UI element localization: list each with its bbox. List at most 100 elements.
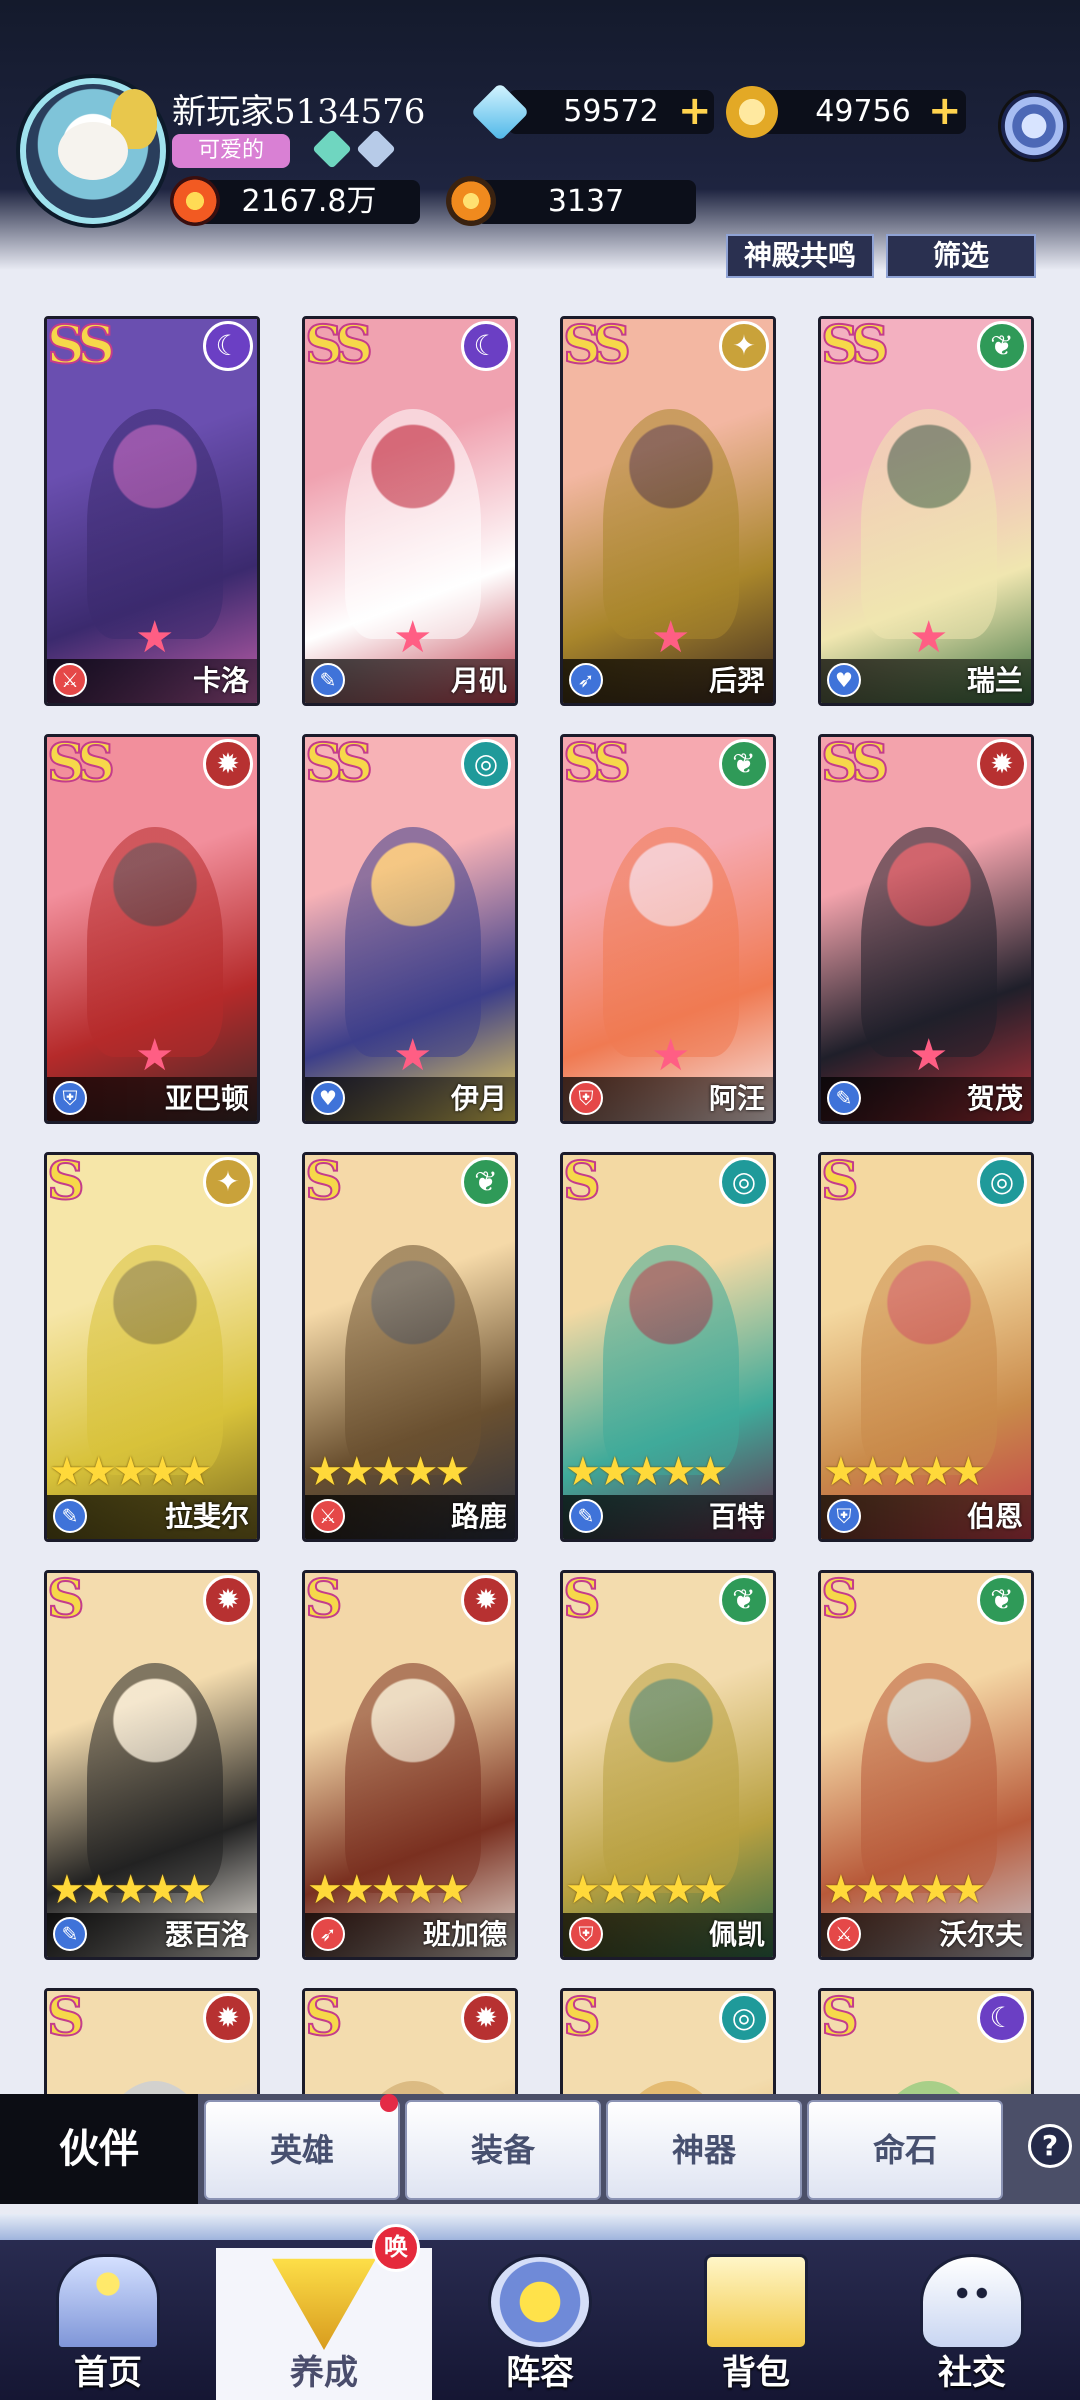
hero-name: 伊月 bbox=[450, 1082, 507, 1115]
hero-figure bbox=[345, 827, 481, 1057]
hero-figure bbox=[87, 827, 223, 1057]
hero-card[interactable]: S ❦ ★★★★★ ⛨ 佩凯 bbox=[560, 1570, 776, 1960]
filter-button[interactable]: 筛选 bbox=[886, 234, 1036, 278]
honor-star-icon bbox=[446, 176, 496, 226]
forest-element-icon: ❦ bbox=[977, 1575, 1027, 1625]
player-name: 新玩家5134576 bbox=[172, 92, 426, 132]
tab-heroes-notification-dot bbox=[380, 2094, 398, 2112]
hero-rank-label: S bbox=[563, 1570, 601, 1631]
hero-name: 月矶 bbox=[450, 664, 507, 697]
hero-figure bbox=[345, 409, 481, 639]
hero-figure bbox=[603, 1663, 739, 1893]
nav-home[interactable]: 首页 bbox=[0, 2248, 216, 2400]
hero-card[interactable]: SS ✦ ★ ➶ 后羿 bbox=[560, 316, 776, 706]
hero-rank-label: S bbox=[305, 1988, 343, 2049]
tab-equipment[interactable]: 装备 bbox=[405, 2100, 601, 2200]
warrior-class-icon: ⚔ bbox=[827, 1917, 861, 1951]
hero-rank-label: SS bbox=[821, 316, 890, 377]
develop-triangle-icon bbox=[272, 2258, 376, 2350]
hero-figure bbox=[345, 1245, 481, 1475]
hero-card[interactable]: S ❦ ★★★★★ ⚔ 路鹿 bbox=[302, 1152, 518, 1542]
hero-rank-label: S bbox=[47, 1152, 85, 1213]
support-class-icon: ♥ bbox=[827, 663, 861, 697]
hero-rank-label: SS bbox=[821, 734, 890, 795]
hero-card[interactable]: S ◎ bbox=[560, 1988, 776, 2094]
hero-card[interactable]: S ✹ bbox=[302, 1988, 518, 2094]
hero-card[interactable]: S ☾ bbox=[818, 1988, 1034, 2094]
nav-bag-label: 背包 bbox=[722, 2353, 790, 2393]
hero-name: 班加德 bbox=[422, 1918, 507, 1951]
hero-card[interactable]: S ✦ ★★★★★ ✎ 拉斐尔 bbox=[44, 1152, 260, 1542]
mage-class-icon: ✎ bbox=[569, 1499, 603, 1533]
settings-gear-icon[interactable] bbox=[998, 90, 1070, 162]
hero-card[interactable]: SS ✹ ★ ✎ 贺茂 bbox=[818, 734, 1034, 1124]
badge-gem-icon bbox=[356, 129, 396, 169]
hero-card[interactable]: S ✹ ★★★★★ ✎ 瑟百洛 bbox=[44, 1570, 260, 1960]
resonance-button[interactable]: 神殿共鸣 bbox=[726, 234, 874, 278]
support-class-icon: ♥ bbox=[311, 1081, 345, 1115]
hero-star-icon: ★ bbox=[909, 612, 949, 663]
nav-bag[interactable]: 背包 bbox=[648, 2248, 864, 2400]
hero-rank-label: S bbox=[821, 1570, 859, 1631]
hero-card[interactable]: SS ◎ ★ ♥ 伊月 bbox=[302, 734, 518, 1124]
add-diamond-button[interactable]: + bbox=[678, 91, 712, 131]
nav-home-label: 首页 bbox=[74, 2353, 142, 2393]
tank-class-icon: ⛨ bbox=[569, 1081, 603, 1115]
water-element-icon: ◎ bbox=[461, 739, 511, 789]
hero-rank-label: SS bbox=[47, 316, 116, 377]
hero-figure bbox=[861, 1245, 997, 1475]
hero-rank-label: SS bbox=[563, 734, 632, 795]
hero-figure bbox=[603, 827, 739, 1057]
hero-rank-label: S bbox=[821, 1152, 859, 1213]
hero-name: 百特 bbox=[708, 1500, 765, 1533]
hero-card[interactable]: SS ☾ ★ ⚔ 卡洛 bbox=[44, 316, 260, 706]
water-element-icon: ◎ bbox=[719, 1157, 769, 1207]
hero-star-icon: ★ bbox=[909, 1030, 949, 1081]
hero-rank-label: S bbox=[47, 1570, 85, 1631]
add-gold-button[interactable]: + bbox=[928, 91, 962, 131]
player-avatar[interactable] bbox=[20, 78, 166, 224]
warrior-class-icon: ⚔ bbox=[53, 663, 87, 697]
power-flame-icon bbox=[170, 176, 220, 226]
hero-card[interactable]: S ✹ ★★★★★ ➶ 班加德 bbox=[302, 1570, 518, 1960]
top-header: 新玩家5134576 可爱的 59572 + 49756 + 2167.8万 3… bbox=[0, 0, 1080, 278]
forest-element-icon: ❦ bbox=[461, 1157, 511, 1207]
social-ghost-icon bbox=[920, 2254, 1024, 2350]
hero-card[interactable]: SS ❦ ★ ♥ 瑞兰 bbox=[818, 316, 1034, 706]
hero-figure bbox=[87, 1245, 223, 1475]
tab-partners[interactable]: 伙伴 bbox=[0, 2094, 198, 2204]
hero-card[interactable]: S ✹ bbox=[44, 1988, 260, 2094]
hero-rank-label: SS bbox=[305, 734, 374, 795]
hero-card[interactable]: SS ✹ ★ ⛨ 亚巴顿 bbox=[44, 734, 260, 1124]
fire-element-icon: ✹ bbox=[461, 1575, 511, 1625]
hero-figure bbox=[87, 1663, 223, 1893]
tab-artifacts[interactable]: 神器 bbox=[606, 2100, 802, 2200]
hero-figure bbox=[87, 409, 223, 639]
hero-name: 佩凯 bbox=[708, 1918, 765, 1951]
nav-lineup[interactable]: 阵容 bbox=[432, 2248, 648, 2400]
moon-element-icon: ☾ bbox=[461, 321, 511, 371]
bottom-navigation: 首页 养成 阵容 背包 社交 bbox=[0, 2214, 1080, 2400]
mage-class-icon: ✎ bbox=[53, 1917, 87, 1951]
hero-card[interactable]: S ◎ ★★★★★ ✎ 百特 bbox=[560, 1152, 776, 1542]
hero-star-rating: ★★★★★ bbox=[49, 1867, 212, 1913]
hero-card[interactable]: S ◎ ★★★★★ ⛨ 伯恩 bbox=[818, 1152, 1034, 1542]
tank-class-icon: ⛨ bbox=[827, 1499, 861, 1533]
hero-rank-label: S bbox=[563, 1152, 601, 1213]
hero-rank-label: SS bbox=[47, 734, 116, 795]
fire-element-icon: ✹ bbox=[203, 739, 253, 789]
player-title-tag[interactable]: 可爱的 bbox=[172, 134, 290, 168]
hero-card[interactable]: SS ❦ ★ ⛨ 阿汪 bbox=[560, 734, 776, 1124]
help-button[interactable]: ? bbox=[1028, 2124, 1072, 2168]
hero-card[interactable]: S ❦ ★★★★★ ⚔ 沃尔夫 bbox=[818, 1570, 1034, 1960]
hero-star-icon: ★ bbox=[651, 612, 691, 663]
mage-class-icon: ✎ bbox=[311, 663, 345, 697]
tank-class-icon: ⛨ bbox=[53, 1081, 87, 1115]
nav-social[interactable]: 社交 bbox=[864, 2248, 1080, 2400]
tab-heroes[interactable]: 英雄 bbox=[204, 2100, 400, 2200]
hero-card[interactable]: SS ☾ ★ ✎ 月矶 bbox=[302, 316, 518, 706]
honor-counter: 3137 bbox=[476, 180, 696, 224]
hero-name: 瑞兰 bbox=[966, 664, 1023, 697]
hero-star-icon: ★ bbox=[651, 1030, 691, 1081]
tab-fate-stones[interactable]: 命石 bbox=[807, 2100, 1003, 2200]
